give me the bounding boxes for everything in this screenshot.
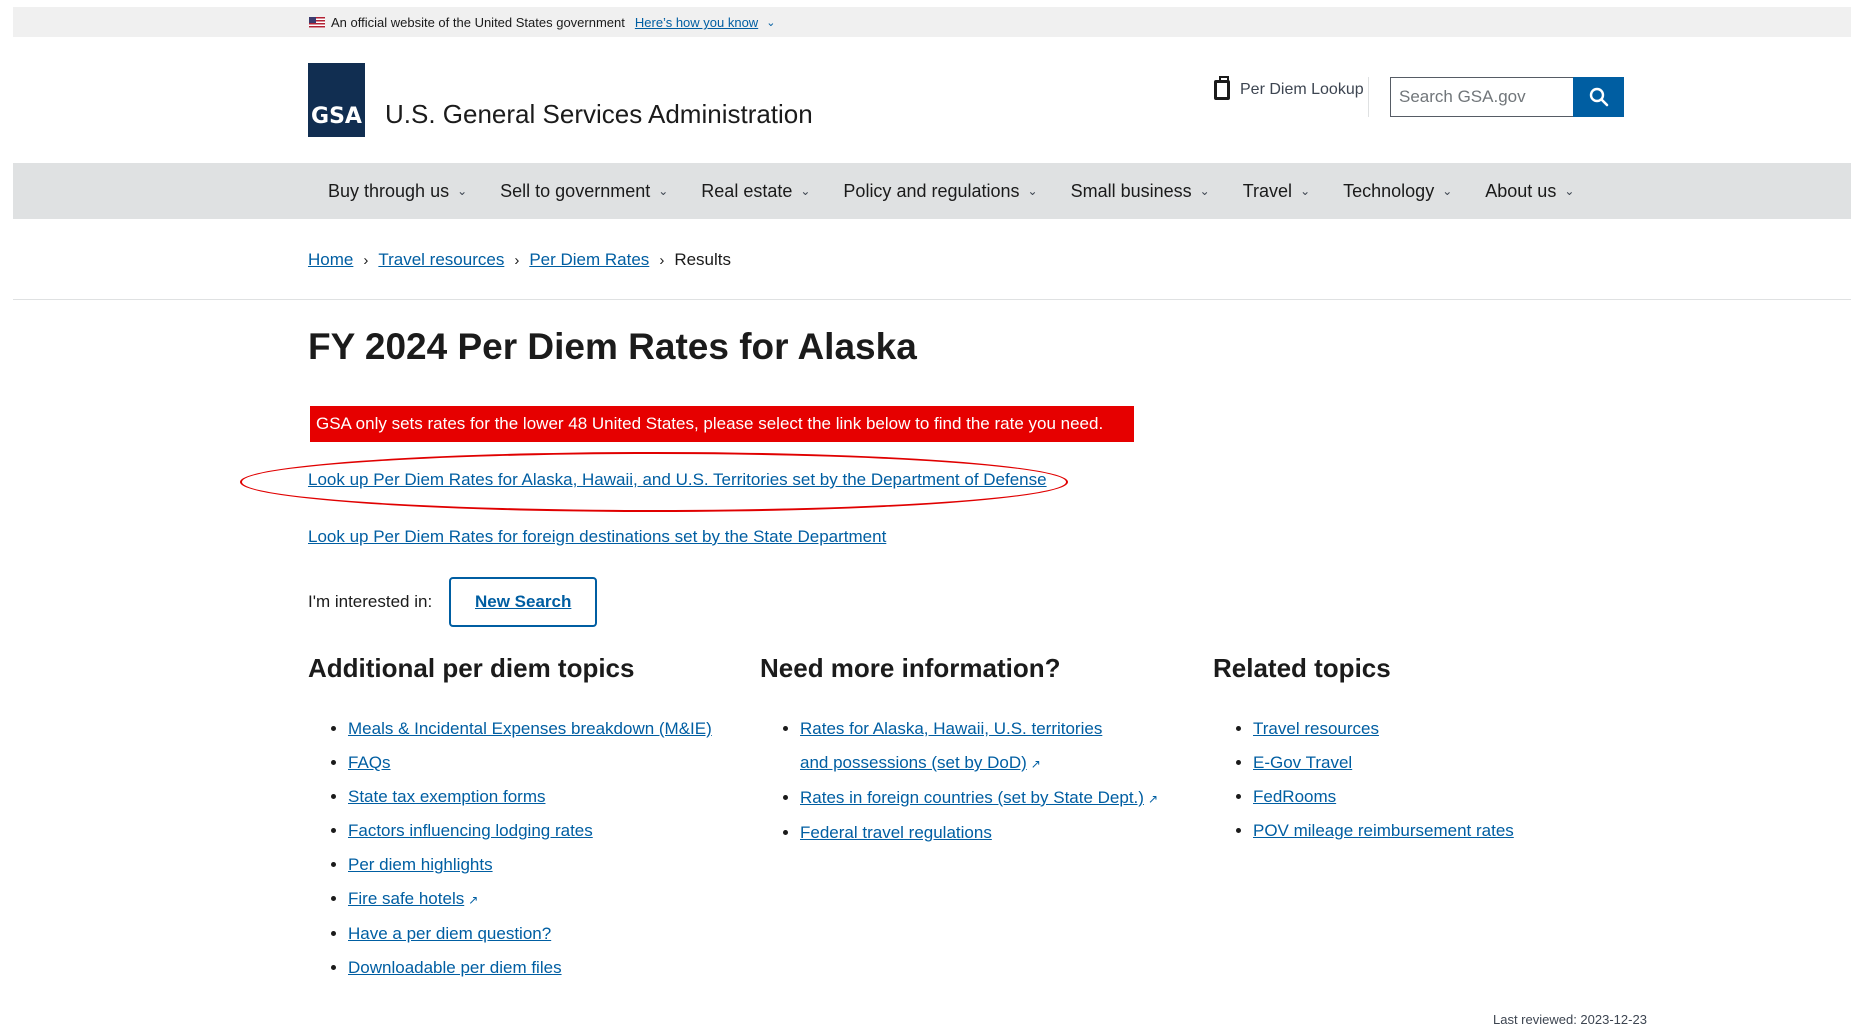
- section-title: Need more information?: [760, 653, 1061, 683]
- list-item: State tax exemption forms: [348, 780, 738, 814]
- chevron-right-icon: ›: [514, 251, 520, 269]
- breadcrumb-travel-resources[interactable]: Travel resources: [378, 250, 504, 270]
- chevron-down-icon: ⌄: [457, 184, 468, 198]
- external-link-icon: ↗: [1147, 792, 1159, 806]
- per-diem-lookup-label: Per Diem Lookup: [1240, 81, 1364, 98]
- related-link[interactable]: POV mileage reimbursement rates: [1253, 821, 1514, 840]
- list-item: FedRooms: [1253, 780, 1643, 814]
- additional-topics-section: Additional per diem topics Meals & Incid…: [308, 653, 738, 985]
- list-item: Meals & Incidental Expenses breakdown (M…: [348, 712, 738, 746]
- list-item: Per diem highlights: [348, 848, 738, 882]
- topic-link[interactable]: FAQs: [348, 753, 391, 772]
- header-divider: [1368, 77, 1369, 117]
- related-link[interactable]: Travel resources: [1253, 719, 1379, 738]
- suitcase-icon: [1214, 76, 1230, 100]
- nav-item-about-us[interactable]: About us ⌄: [1485, 181, 1574, 202]
- heres-how-you-know-link[interactable]: Here’s how you know: [635, 15, 758, 30]
- external-link-icon: ↗: [1030, 757, 1041, 771]
- breadcrumb-current: Results: [674, 250, 731, 269]
- topic-link[interactable]: Fire safe hotels: [348, 889, 464, 908]
- list-item: Factors influencing lodging rates: [348, 814, 738, 848]
- banner-text: An official website of the United States…: [331, 15, 625, 30]
- chevron-right-icon: ›: [659, 251, 665, 269]
- list-item: Rates in foreign countries (set by State…: [800, 781, 1190, 816]
- nav-item-travel[interactable]: Travel ⌄: [1243, 181, 1310, 202]
- related-topics-section: Related topics Travel resources E-Gov Tr…: [1213, 653, 1643, 848]
- topic-link[interactable]: Downloadable per diem files: [348, 958, 562, 977]
- chevron-down-icon: ⌄: [1199, 184, 1210, 198]
- official-banner: An official website of the United States…: [13, 7, 1851, 37]
- primary-nav: Buy through us ⌄ Sell to government ⌄ Real…: [13, 163, 1851, 219]
- breadcrumb-per-diem-rates[interactable]: Per Diem Rates: [529, 250, 649, 270]
- chevron-down-icon[interactable]: ⌄: [766, 16, 775, 29]
- chevron-down-icon: ⌄: [1300, 184, 1311, 198]
- related-link[interactable]: FedRooms: [1253, 787, 1336, 806]
- gsa-logo[interactable]: GSA: [308, 63, 365, 137]
- search-form: [1390, 77, 1624, 117]
- search-icon: [1589, 87, 1608, 107]
- nav-item-policy-and-regulations[interactable]: Policy and regulations ⌄: [843, 181, 1037, 202]
- more-information-section: Need more information? Rates for Alaska,…: [760, 653, 1190, 850]
- alert-banner: GSA only sets rates for the lower 48 Uni…: [310, 406, 1134, 442]
- us-flag-icon: [309, 17, 325, 28]
- list-item: Rates for Alaska, Hawaii, U.S. territori…: [800, 712, 1130, 781]
- chevron-down-icon: ⌄: [1564, 184, 1575, 198]
- chevron-down-icon: ⌄: [658, 184, 669, 198]
- search-button[interactable]: [1573, 77, 1624, 117]
- topic-link[interactable]: State tax exemption forms: [348, 787, 545, 806]
- divider: [13, 299, 1851, 300]
- nav-item-buy-through-us[interactable]: Buy through us ⌄: [328, 181, 467, 202]
- list-item: POV mileage reimbursement rates: [1253, 814, 1643, 848]
- topic-link[interactable]: Have a per diem question?: [348, 924, 551, 943]
- topic-link[interactable]: Per diem highlights: [348, 855, 493, 874]
- nav-item-technology[interactable]: Technology ⌄: [1343, 181, 1452, 202]
- nav-item-small-business[interactable]: Small business ⌄: [1071, 181, 1210, 202]
- state-dept-rates-link[interactable]: Look up Per Diem Rates for foreign desti…: [308, 527, 886, 547]
- list-item: Fire safe hotels ↗: [348, 882, 738, 917]
- dod-rates-link[interactable]: Look up Per Diem Rates for Alaska, Hawai…: [308, 470, 1047, 490]
- external-link-icon: ↗: [468, 893, 479, 907]
- site-header: GSA U.S. General Services Administration…: [0, 37, 1851, 163]
- nav-item-sell-to-government[interactable]: Sell to government ⌄: [500, 181, 668, 202]
- related-link[interactable]: E-Gov Travel: [1253, 753, 1352, 772]
- chevron-right-icon: ›: [363, 251, 369, 269]
- per-diem-lookup-link[interactable]: Per Diem Lookup: [1214, 76, 1364, 100]
- breadcrumb: Home › Travel resources › Per Diem Rates…: [308, 250, 731, 270]
- list-item: Travel resources: [1253, 712, 1643, 746]
- new-search-button[interactable]: New Search: [449, 577, 598, 627]
- interest-label: I'm interested in:: [308, 592, 433, 611]
- list-item: E-Gov Travel: [1253, 746, 1643, 780]
- chevron-down-icon: ⌄: [800, 184, 811, 198]
- topic-link[interactable]: Factors influencing lodging rates: [348, 821, 593, 840]
- info-link[interactable]: Federal travel regulations: [800, 823, 992, 842]
- topic-link[interactable]: Meals & Incidental Expenses breakdown (M…: [348, 719, 712, 738]
- page-title: FY 2024 Per Diem Rates for Alaska: [308, 326, 917, 367]
- last-reviewed: Last reviewed: 2023-12-23: [1493, 1012, 1647, 1027]
- breadcrumb-home[interactable]: Home: [308, 250, 353, 270]
- nav-item-real-estate[interactable]: Real estate ⌄: [701, 181, 810, 202]
- site-name[interactable]: U.S. General Services Administration: [385, 99, 813, 130]
- section-title: Additional per diem topics: [308, 653, 635, 683]
- chevron-down-icon: ⌄: [1442, 184, 1453, 198]
- section-title: Related topics: [1213, 653, 1391, 683]
- list-item: FAQs: [348, 746, 738, 780]
- list-item: Downloadable per diem files: [348, 951, 738, 985]
- list-item: Federal travel regulations: [800, 816, 1190, 850]
- chevron-down-icon: ⌄: [1027, 184, 1038, 198]
- list-item: Have a per diem question?: [348, 917, 738, 951]
- search-input[interactable]: [1390, 77, 1573, 117]
- interest-row: I'm interested in: New Search: [308, 577, 598, 627]
- info-link[interactable]: Rates for Alaska, Hawaii, U.S. territori…: [800, 719, 1102, 772]
- info-link[interactable]: Rates in foreign countries (set by State…: [800, 788, 1144, 807]
